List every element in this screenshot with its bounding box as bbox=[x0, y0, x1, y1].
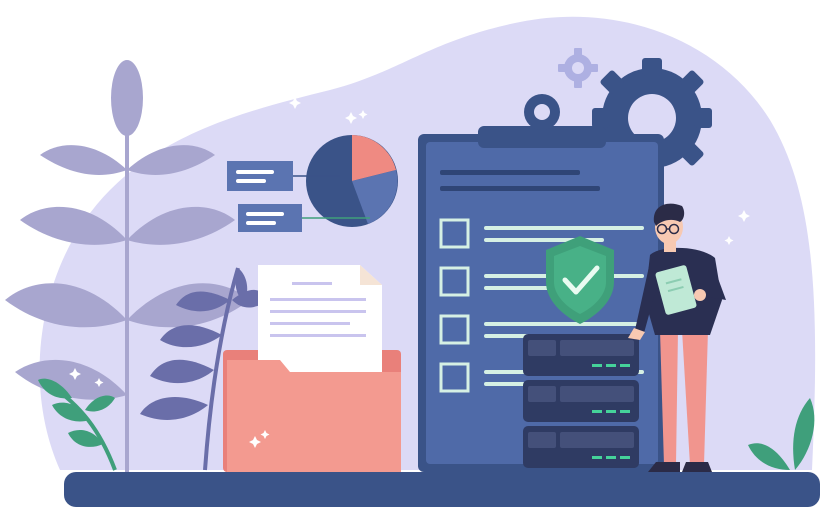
server-unit bbox=[523, 380, 639, 422]
ground-platform bbox=[64, 472, 820, 507]
server-unit bbox=[523, 334, 639, 376]
server-unit bbox=[523, 426, 639, 468]
illustration-canvas bbox=[5, 16, 820, 507]
folder-front bbox=[227, 360, 401, 472]
server-icon bbox=[523, 334, 639, 468]
